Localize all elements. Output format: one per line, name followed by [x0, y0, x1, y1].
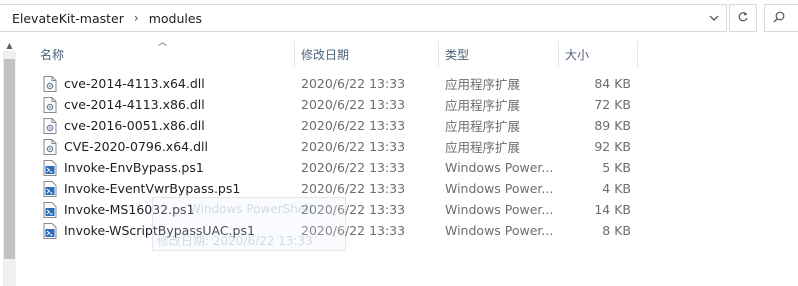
powershell-file-icon	[43, 202, 57, 218]
file-size: 5 KB	[602, 160, 631, 175]
refresh-icon	[737, 11, 749, 26]
file-date: 2020/6/22 13:33	[301, 118, 406, 133]
column-header-row: ︿ 名称 修改日期 类型 大小	[20, 37, 798, 70]
file-date: 2020/6/22 13:33	[301, 139, 406, 154]
dll-file-icon	[43, 76, 57, 92]
file-name: CVE-2020-0796.x64.dll	[64, 139, 208, 154]
file-row[interactable]: cve-2014-4113.x86.dll 2020/6/22 13:33 应用…	[20, 94, 798, 115]
scrollbar-thumb[interactable]	[4, 59, 15, 259]
file-type: Windows Power...	[445, 160, 554, 175]
file-type: Windows Power...	[445, 181, 554, 196]
column-divider[interactable]	[637, 41, 638, 67]
file-type: 应用程序扩展	[445, 140, 521, 155]
breadcrumb-modules[interactable]: modules	[149, 11, 202, 26]
address-bar-area: ElevateKit-master › modules	[0, 0, 798, 37]
file-type: 应用程序扩展	[445, 77, 521, 92]
file-row[interactable]: CVE-2020-0796.x64.dll 2020/6/22 13:33 应用…	[20, 136, 798, 157]
file-type: Windows Power...	[445, 223, 554, 238]
address-bar[interactable]: ElevateKit-master › modules	[0, 4, 727, 32]
file-size: 8 KB	[602, 223, 631, 238]
file-type: 应用程序扩展	[445, 119, 521, 134]
search-input[interactable]	[764, 4, 798, 32]
file-row[interactable]: cve-2016-0051.x86.dll 2020/6/22 13:33 应用…	[20, 115, 798, 136]
file-name: Invoke-EventVwrBypass.ps1	[64, 181, 241, 196]
file-row[interactable]: Invoke-MS16032.ps1 2020/6/22 13:33 Windo…	[20, 199, 798, 220]
column-header-type[interactable]: 类型	[445, 43, 469, 65]
dll-file-icon	[43, 118, 57, 134]
scroll-up-icon[interactable]: ▲	[3, 39, 16, 51]
column-divider[interactable]	[294, 41, 295, 67]
column-header-date[interactable]: 修改日期	[301, 43, 349, 65]
column-header-size[interactable]: 大小	[565, 43, 589, 65]
file-row[interactable]: cve-2014-4113.x64.dll 2020/6/22 13:33 应用…	[20, 73, 798, 94]
file-type: 应用程序扩展	[445, 98, 521, 113]
column-divider[interactable]	[438, 41, 439, 67]
file-date: 2020/6/22 13:33	[301, 76, 406, 91]
file-size: 84 KB	[594, 76, 631, 91]
file-size: 89 KB	[594, 118, 631, 133]
column-divider[interactable]	[558, 41, 559, 67]
file-name: cve-2014-4113.x64.dll	[64, 76, 205, 91]
file-date: 2020/6/22 13:33	[301, 181, 406, 196]
file-date: 2020/6/22 13:33	[301, 160, 406, 175]
file-size: 14 KB	[594, 202, 631, 217]
dll-file-icon	[43, 97, 57, 113]
navigation-pane: ▲	[0, 37, 20, 286]
tooltip-ghost-type: Windows PowerShell	[189, 202, 312, 216]
refresh-button[interactable]	[729, 4, 757, 32]
file-date: 2020/6/22 13:33	[301, 97, 406, 112]
file-row[interactable]: Invoke-EnvBypass.ps1 2020/6/22 13:33 Win…	[20, 157, 798, 178]
breadcrumb-separator[interactable]: ›	[134, 11, 139, 25]
file-size: 4 KB	[602, 181, 631, 196]
file-list: cve-2014-4113.x64.dll 2020/6/22 13:33 应用…	[20, 73, 798, 241]
file-row[interactable]: Invoke-EventVwrBypass.ps1 2020/6/22 13:3…	[20, 178, 798, 199]
file-type: Windows Power...	[445, 202, 554, 217]
tooltip-ghost: Windows PowerShell 修改日期: 2020/6/22 13:33	[152, 197, 346, 251]
file-size: 92 KB	[594, 139, 631, 154]
column-header-name[interactable]: 名称	[40, 43, 64, 65]
dll-file-icon	[43, 139, 57, 155]
file-row[interactable]: Invoke-WScriptBypassUAC.ps1 2020/6/22 13…	[20, 220, 798, 241]
breadcrumb-elevatekit-master[interactable]: ElevateKit-master	[0, 11, 124, 26]
sort-ascending-icon: ︿	[158, 38, 168, 48]
file-name: Invoke-EnvBypass.ps1	[64, 160, 204, 175]
tooltip-ghost-date: 修改日期: 2020/6/22 13:33	[157, 234, 313, 248]
powershell-file-icon	[43, 181, 57, 197]
file-size: 72 KB	[594, 97, 631, 112]
powershell-file-icon	[43, 160, 57, 176]
search-icon	[773, 11, 785, 26]
powershell-file-icon	[43, 223, 57, 239]
file-name: cve-2016-0051.x86.dll	[64, 118, 205, 133]
file-name: cve-2014-4113.x86.dll	[64, 97, 205, 112]
chevron-down-icon[interactable]	[702, 5, 726, 31]
